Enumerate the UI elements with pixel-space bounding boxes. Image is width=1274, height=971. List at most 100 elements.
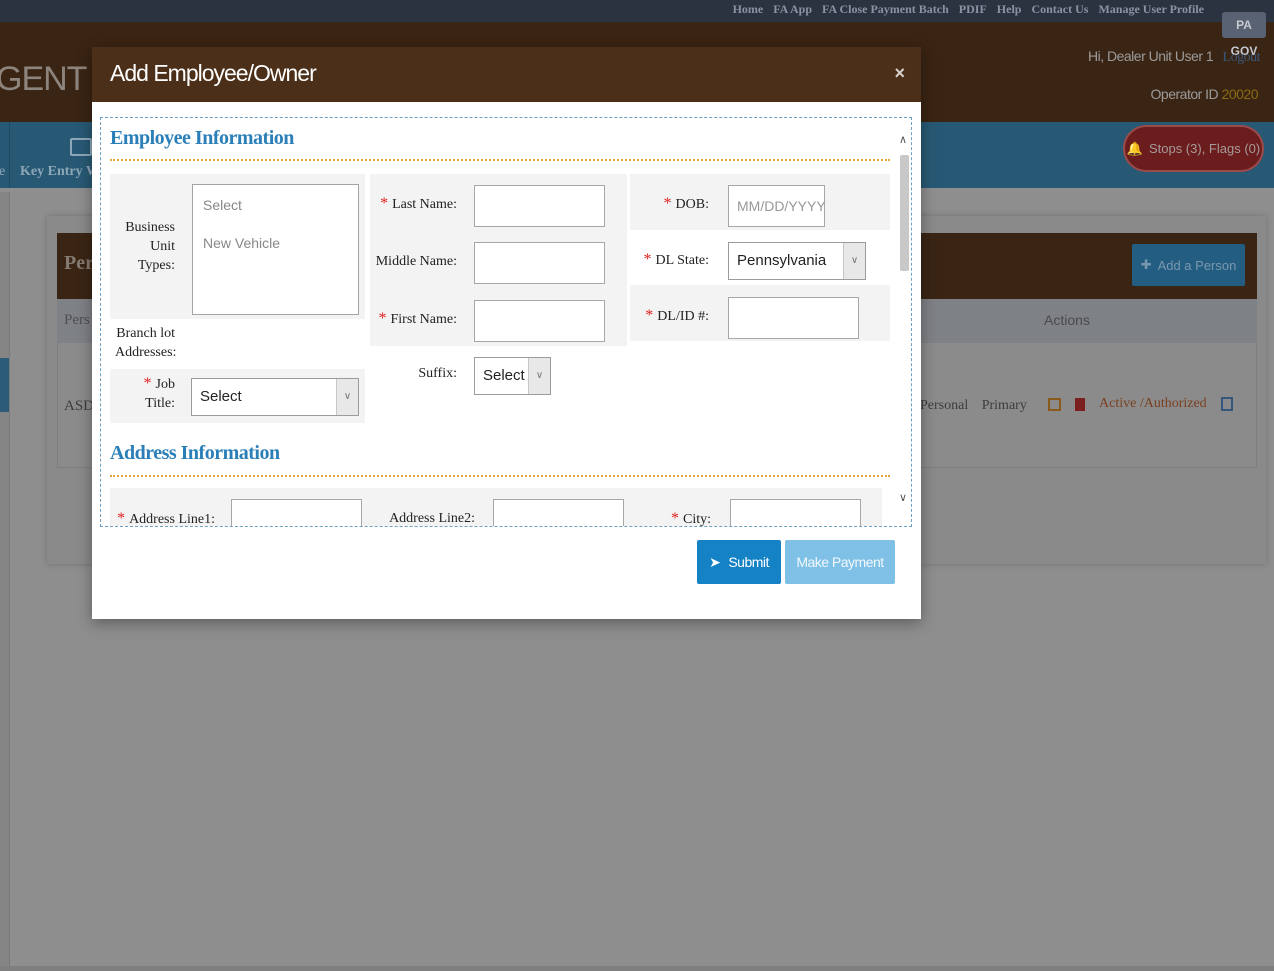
business-unit-types-label: Business Unit Types: (125, 220, 175, 273)
row-actions: Active /Authorized (1048, 396, 1233, 412)
modal-header: Add Employee/Owner × (92, 47, 921, 102)
copy-icon[interactable] (1220, 397, 1233, 411)
required-marker: * (378, 310, 387, 327)
table-cell-type: Personal Primary (920, 398, 1027, 413)
operator-id-label: Operator ID (1150, 86, 1219, 102)
dl-state-label-text: DL State: (655, 253, 709, 268)
plus-icon: ✚ (1140, 257, 1152, 272)
address-section-title: Address Information (110, 442, 280, 464)
logout-link[interactable]: Logout (1223, 50, 1261, 65)
job-title-value: Select (200, 388, 242, 405)
city-label: * City: (635, 509, 711, 527)
first-name-label: * First Name: (375, 309, 458, 329)
nav-item-partial[interactable]: e (0, 164, 5, 180)
modal-scroll-area[interactable]: Employee Information Business Unit Types… (100, 117, 912, 527)
scroll-up-icon[interactable]: ∧ (899, 133, 907, 146)
required-marker: * (670, 510, 679, 527)
top-link-manage-user-profile[interactable]: Manage User Profile (1098, 2, 1204, 17)
submit-button[interactable]: ➤ Submit (697, 540, 781, 584)
top-link-fa-app[interactable]: FA App (773, 2, 812, 17)
required-marker: * (643, 251, 652, 268)
chevron-down-icon: ∨ (843, 243, 865, 279)
user-greeting: Hi, Dealer Unit User 1 Logout (1088, 48, 1261, 66)
job-title-label: * Job Title: (115, 374, 175, 413)
column-header-person: Pers (64, 312, 90, 328)
dl-id-label-text: DL/ID #: (657, 309, 709, 324)
bell-icon: 🔔 (1126, 140, 1143, 156)
top-link-pdif[interactable]: PDIF (959, 2, 987, 17)
first-name-label-text: First Name: (390, 312, 458, 327)
listbox-option-select[interactable]: Select (193, 197, 358, 213)
required-marker: * (143, 375, 152, 392)
make-payment-button[interactable]: Make Payment (785, 540, 895, 584)
chevron-down-icon: ∨ (336, 379, 358, 415)
dl-id-input[interactable] (728, 297, 859, 339)
suffix-value: Select (483, 367, 525, 384)
city-label-text: City: (682, 512, 711, 527)
submit-label: Submit (728, 554, 769, 570)
dob-input[interactable]: MM/DD/YYYY (728, 185, 826, 227)
required-marker: * (380, 195, 389, 212)
nav-item-key-entry[interactable]: Key Entry W (20, 164, 100, 180)
column-header-actions: Actions (1044, 312, 1090, 328)
table-cell-name: ASD (64, 398, 95, 414)
paper-plane-icon: ➤ (709, 553, 721, 570)
dob-label: * DOB: (635, 194, 709, 214)
close-icon[interactable]: × (894, 63, 905, 84)
pa-gov-logo: PA GOV (1222, 12, 1266, 58)
first-name-input[interactable] (474, 300, 605, 342)
top-link-help[interactable]: Help (997, 2, 1022, 17)
top-link-contact-us[interactable]: Contact Us (1031, 2, 1088, 17)
modal-title: Add Employee/Owner (110, 60, 317, 86)
dl-state-select[interactable]: Pennsylvania ∨ (728, 242, 866, 280)
top-link-fa-close-payment-batch[interactable]: FA Close Payment Batch (822, 2, 949, 17)
employee-section-rule (110, 159, 890, 161)
required-marker: * (645, 307, 654, 324)
required-marker: * (117, 510, 126, 527)
add-employee-modal: Add Employee/Owner × Employee Informatio… (92, 47, 921, 619)
stops-flags-label: Stops (3), Flags (0) (1148, 141, 1261, 156)
dl-id-label: * DL/ID #: (635, 306, 709, 326)
add-person-button[interactable]: ✚ Add a Person (1132, 244, 1245, 286)
employee-section-title: Employee Information (110, 127, 294, 149)
address-line1-label: * Address Line1: (115, 509, 215, 527)
last-name-label: * Last Name: (375, 194, 457, 214)
left-rail (0, 192, 10, 971)
address-line2-input[interactable] (493, 499, 624, 526)
listbox-option-new-vehicle[interactable]: New Vehicle (193, 235, 358, 251)
city-input[interactable] (730, 499, 861, 526)
top-link-home[interactable]: Home (733, 2, 764, 17)
middle-name-label: Middle Name: (375, 254, 457, 269)
suffix-select[interactable]: Select ∨ (474, 357, 551, 395)
dl-state-value: Pennsylvania (737, 252, 827, 269)
business-unit-types-listbox[interactable]: Select New Vehicle (192, 184, 359, 315)
stops-flags-button[interactable]: 🔔 Stops (3), Flags (0) (1123, 125, 1264, 172)
add-person-label: Add a Person (1157, 257, 1237, 273)
keyboard-icon (70, 138, 92, 156)
chevron-down-icon: ∨ (528, 358, 550, 394)
status-link[interactable]: Active /Authorized (1099, 396, 1207, 412)
middle-name-input[interactable] (474, 242, 605, 284)
nav-divider (9, 122, 10, 188)
trash-icon[interactable] (1075, 397, 1085, 411)
edit-icon[interactable] (1048, 397, 1061, 411)
required-marker: * (663, 195, 672, 212)
address-section-rule (110, 475, 890, 477)
job-title-select[interactable]: Select ∨ (191, 378, 359, 416)
operator-id: Operator ID 20020 (1150, 86, 1259, 102)
last-name-label-text: Last Name: (392, 197, 457, 212)
left-rail-active-item[interactable] (0, 358, 9, 412)
dob-label-text: DOB: (675, 197, 709, 212)
suffix-label: Suffix: (418, 366, 457, 381)
last-name-input[interactable] (474, 185, 605, 227)
top-links: Home FA App FA Close Payment Batch PDIF … (733, 2, 1204, 17)
address-line1-input[interactable] (231, 499, 362, 526)
branch-lot-addresses-label: Branch lot Addresses: (115, 326, 177, 360)
greeting-text: Hi, Dealer Unit User 1 (1088, 48, 1214, 64)
scroll-down-icon[interactable]: ∨ (899, 491, 907, 504)
scrollbar-thumb[interactable] (900, 155, 909, 271)
dl-state-label: * DL State: (635, 250, 709, 270)
address-line2-label: Address Line2: (389, 511, 475, 526)
address-line1-label-text: Address Line1: (129, 512, 215, 527)
page-bottom-border (0, 966, 1274, 971)
